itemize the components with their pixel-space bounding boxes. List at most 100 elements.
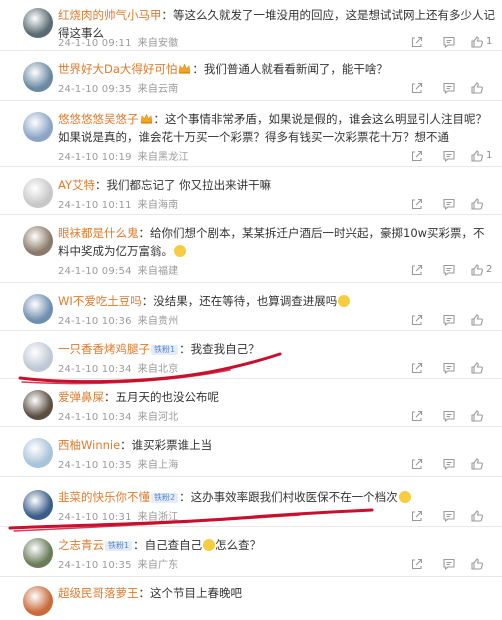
username-link[interactable]: 韭菜的快乐你不懂 (58, 490, 150, 504)
comment-location: 来自河北 (137, 412, 179, 423)
comment-actions (396, 313, 496, 327)
thumbs-up-icon[interactable] (470, 457, 484, 471)
comment-icon[interactable] (442, 409, 456, 423)
user-avatar[interactable] (23, 586, 53, 616)
thumbs-up-icon[interactable] (470, 197, 484, 211)
divider (0, 50, 502, 51)
emoji-icon (203, 539, 216, 551)
share-icon[interactable] (410, 509, 424, 523)
like-count: 1 (486, 36, 493, 47)
user-avatar[interactable] (23, 438, 53, 468)
comment-icon[interactable] (442, 509, 456, 523)
user-avatar[interactable] (23, 62, 53, 92)
colon-separator: ： (104, 390, 116, 404)
user-avatar[interactable] (23, 112, 53, 142)
user-avatar[interactable] (23, 390, 53, 420)
comment-item: 红烧肉的帅气小马甲：等这么久就发了一堆没用的回应，这是想试试网上还有多少人记得这… (0, 6, 502, 50)
divider (0, 576, 502, 577)
username-link[interactable]: 爱弹鼻屎 (58, 390, 104, 404)
comment-date: 24-1-10 10:35 (58, 560, 132, 571)
comment-date: 24-1-10 10:31 (58, 512, 132, 523)
share-icon[interactable] (410, 409, 424, 423)
comment-date: 24-1-10 10:36 (58, 316, 132, 327)
comment-actions (396, 81, 496, 95)
colon-separator: ： (133, 538, 145, 552)
comment-icon[interactable] (442, 149, 456, 163)
username-link[interactable]: AY艾特 (58, 178, 95, 192)
username-link[interactable]: 眼袜都是什么鬼 (58, 226, 139, 240)
comment-icon[interactable] (442, 313, 456, 327)
thumbs-up-icon[interactable] (470, 149, 484, 163)
username-link[interactable]: 悠悠悠悠吴悠子 (58, 112, 139, 126)
comment-date: 24-1-10 10:34 (58, 412, 132, 423)
comment-content: 西柚Winnie：谁买彩票谁上当 (58, 436, 496, 454)
comment-actions: 2 (396, 263, 496, 277)
username-link[interactable]: 之志青云 (58, 538, 104, 552)
comment-icon[interactable] (442, 361, 456, 375)
comment-content: 悠悠悠悠吴悠子 ：这个事情非常矛盾，如果说是假的，谁会这么明显引人注目呢？如果说是… (58, 110, 496, 146)
comment-item: 韭菜的快乐你不懂 铁粉2 ：这办事效率跟我们村收医保不在一个档次 24-1-10 10… (0, 488, 502, 524)
thumbs-up-icon[interactable] (470, 361, 484, 375)
user-avatar[interactable] (23, 226, 53, 256)
colon-separator: ： (153, 112, 166, 126)
emoji-icon (338, 295, 351, 307)
comment-meta: 24-1-10 10:19 来自黑龙江 (58, 148, 195, 163)
username-link[interactable]: WI不爱吃土豆吗 (58, 294, 142, 308)
username-link[interactable]: 西柚Winnie (58, 438, 120, 452)
colon-separator: ： (141, 294, 154, 308)
thumbs-up-icon[interactable] (470, 313, 484, 327)
thumbs-up-icon[interactable] (470, 81, 484, 95)
share-icon[interactable] (410, 361, 424, 375)
comment-actions (396, 361, 496, 375)
comment-content: WI不爱吃土豆吗：没结果，还在等待，也算调查进展吗 (58, 292, 496, 310)
comment-location: 来自浙江 (137, 512, 179, 523)
share-icon[interactable] (410, 35, 424, 49)
username-link[interactable]: 世界好大Da大得好可怕 (58, 62, 177, 76)
share-icon[interactable] (410, 149, 424, 163)
share-icon[interactable] (410, 263, 424, 277)
thumbs-up-icon[interactable] (470, 35, 484, 49)
user-avatar[interactable] (23, 178, 53, 208)
username-link[interactable]: 一只香香烤鸡腿子 (58, 342, 150, 356)
user-avatar[interactable] (23, 294, 53, 324)
emoji-icon (174, 245, 186, 257)
comment-icon[interactable] (442, 263, 456, 277)
share-icon[interactable] (410, 197, 424, 211)
comment-meta: 24-1-10 10:36 来自贵州 (58, 312, 184, 327)
comment-icon[interactable] (442, 457, 456, 471)
comment-location: 来自福建 (137, 266, 179, 277)
comment-icon[interactable] (442, 35, 456, 49)
thumbs-up-icon[interactable] (470, 557, 484, 571)
comment-text: 这个节目上春晚吧 (150, 586, 242, 600)
comment-location: 来自贵州 (137, 316, 179, 327)
divider (0, 166, 502, 167)
comment-text-tail: 怎么查？ (215, 538, 262, 552)
comment-icon[interactable] (442, 557, 456, 571)
thumbs-up-icon[interactable] (470, 409, 484, 423)
user-avatar[interactable] (23, 342, 53, 372)
share-icon[interactable] (410, 557, 424, 571)
comment-location: 来自云南 (137, 84, 179, 95)
comment-date: 24-1-10 09:11 (58, 38, 132, 49)
comment-icon[interactable] (442, 81, 456, 95)
comment-content: AY艾特：我们都忘记了 你又拉出来讲干嘛 (58, 176, 496, 194)
fan-badge: 铁粉2 (151, 493, 179, 503)
share-icon[interactable] (410, 313, 424, 327)
divider (0, 476, 502, 477)
share-icon[interactable] (410, 457, 424, 471)
comment-meta: 24-1-10 09:35 来自云南 (58, 80, 184, 95)
comment-actions (396, 509, 496, 523)
share-icon[interactable] (410, 81, 424, 95)
thumbs-up-icon[interactable] (470, 263, 484, 277)
comment-meta: 24-1-10 10:11 来自海南 (58, 196, 184, 211)
comment-location: 来自上海 (137, 460, 179, 471)
comment-text: 这办事效率跟我们村收医保不在一个档次 (190, 490, 398, 504)
thumbs-up-icon[interactable] (470, 509, 484, 523)
user-avatar[interactable] (23, 538, 53, 568)
username-link[interactable]: 超级民哥落萝王 (58, 586, 139, 600)
comment-icon[interactable] (442, 197, 456, 211)
user-avatar[interactable] (23, 490, 53, 520)
username-link[interactable]: 红烧肉的帅气小马甲 (58, 8, 162, 22)
user-avatar[interactable] (23, 8, 53, 38)
comment-text: 五月天的也没公布呢 (115, 390, 220, 404)
